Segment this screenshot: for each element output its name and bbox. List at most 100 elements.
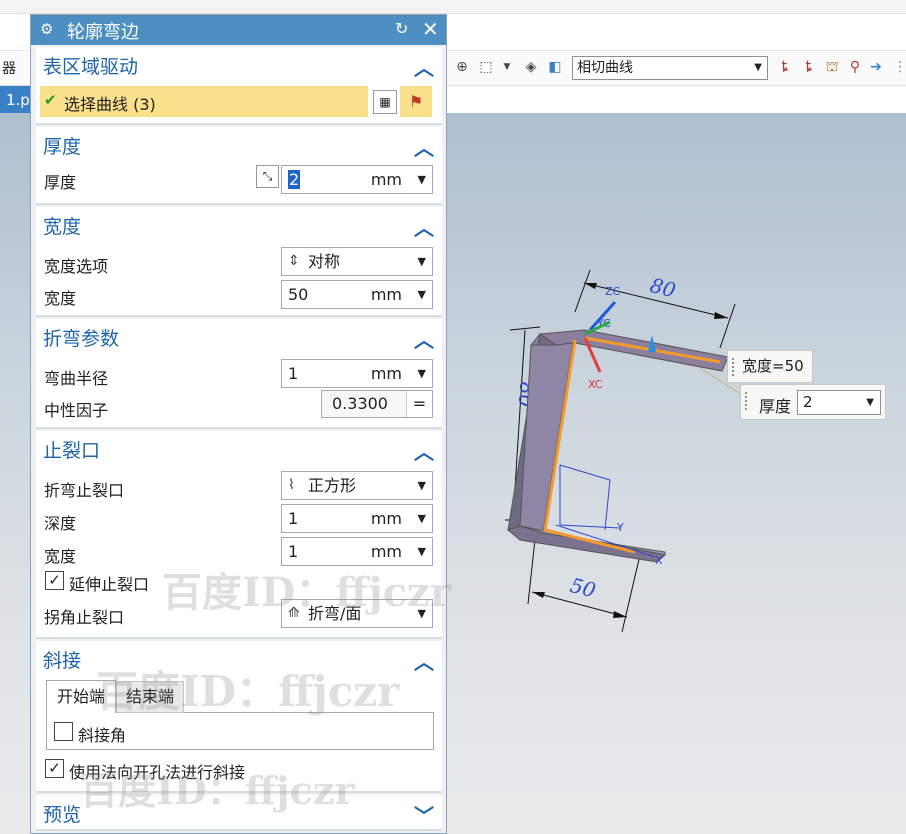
stop-at-intersection-icon[interactable]: ȶ <box>775 57 795 77</box>
k-factor-label: 中性因子 <box>44 401 109 420</box>
section-surface-drive: 表区域驱动 ︿ ✔ 选择曲线 (3) ▦ ⚑ <box>36 47 442 125</box>
select-dropdown-arrow-icon[interactable]: ▼ <box>497 57 517 77</box>
width-option-label: 宽度选项 <box>44 257 109 276</box>
close-icon[interactable]: ✕ <box>422 17 439 41</box>
curve-rule-button[interactable]: ▦ <box>373 90 397 114</box>
follow-fillet-icon[interactable]: ȶ <box>799 57 819 77</box>
section-title: 表区域驱动 <box>43 56 139 78</box>
thickness-label: 厚度 <box>44 173 77 192</box>
top-ribbon-strip <box>0 0 906 14</box>
chevron-up-icon[interactable]: ︿ <box>414 212 434 241</box>
gear-icon[interactable]: ⚙ <box>40 20 53 38</box>
width-option-value: 对称 <box>308 252 341 271</box>
square-relief-icon: ⌇ <box>288 477 295 493</box>
drag-grip-icon[interactable] <box>744 391 749 411</box>
chevron-up-icon[interactable]: ︿ <box>414 324 434 353</box>
svg-text:XC: XC <box>588 378 603 391</box>
extend-relief-checkbox[interactable]: ✓ <box>45 571 64 590</box>
path-finder-icon[interactable]: ⚲ <box>845 57 865 77</box>
chevron-down-icon[interactable]: ▼ <box>418 505 426 532</box>
curve-rule-select[interactable]: 相切曲线 ▼ <box>572 56 768 80</box>
section-title: 斜接 <box>43 650 82 672</box>
dialog-title-bar[interactable]: ⚙ 轮廓弯边 ↻ ✕ <box>31 15 446 45</box>
thickness-callout-input[interactable]: 2 ▼ <box>797 390 881 415</box>
bend-relief-select[interactable]: ⌇ 正方形 ▼ <box>281 471 433 500</box>
svg-text:ZC: ZC <box>605 285 621 298</box>
dim-bottom-width: 50 <box>568 573 599 603</box>
select-curve-label: 选择曲线 (3) <box>64 95 156 114</box>
width-value: 50 <box>288 285 309 304</box>
check-icon: ✔ <box>44 91 57 109</box>
formula-button[interactable]: = <box>406 391 432 417</box>
watermark: 百度ID：ffjczr <box>162 569 451 616</box>
section-title: 预览 <box>43 804 82 826</box>
width-callout-text: 宽度=50 <box>742 357 804 375</box>
reset-icon[interactable]: ↻ <box>395 19 408 38</box>
section-title: 止裂口 <box>43 440 101 462</box>
section-header[interactable]: 表区域驱动 ︿ <box>36 47 442 81</box>
flip-arrows-icon: ⤡ <box>262 169 273 183</box>
bend-radius-input[interactable]: 1 mm ▼ <box>281 359 433 388</box>
chevron-up-icon[interactable]: ︿ <box>414 646 434 675</box>
bend-radius-unit: mm <box>370 364 402 383</box>
snap-point-icon[interactable]: ⊕ <box>452 57 472 77</box>
dialog-title: 轮廓弯边 <box>67 22 139 43</box>
corner-relief-label: 拐角止裂口 <box>44 608 125 627</box>
normal-hole-checkbox[interactable]: ✓ <box>45 759 64 778</box>
relief-depth-label: 深度 <box>44 514 77 533</box>
chevron-down-icon[interactable]: ▼ <box>418 281 426 308</box>
extend-relief-label: 延伸止裂口 <box>69 575 150 594</box>
miter-angle-checkbox[interactable] <box>54 722 73 741</box>
section-header[interactable]: 宽度 ︿ <box>36 207 442 241</box>
watermark: 百度ID：ffjczr <box>96 667 400 716</box>
chevron-down-icon[interactable]: ﹀ <box>414 800 434 829</box>
thickness-callout-value: 2 <box>803 393 813 411</box>
bend-relief-value: 正方形 <box>308 476 357 495</box>
thickness-input[interactable]: 2 mm ▼ <box>281 165 433 194</box>
thickness-callout[interactable]: 厚度 2 ▼ <box>740 384 886 420</box>
miter-angle-label: 斜接角 <box>78 726 127 745</box>
relief-depth-input[interactable]: 1 mm ▼ <box>281 504 433 533</box>
section-bend-parameters: 折弯参数 ︿ 弯曲半径 1 mm ▼ 中性因子 0.3300 = <box>36 319 442 429</box>
width-callout[interactable]: 宽度=50 <box>727 350 813 383</box>
svg-text:Y: Y <box>616 521 624 534</box>
grid-icon: ▦ <box>379 95 391 109</box>
view-cube-icon[interactable]: ◧ <box>545 57 565 77</box>
next-arrow-icon[interactable]: ➔ <box>866 57 886 77</box>
width-option-select[interactable]: ⇕ 对称 ▼ <box>281 247 433 276</box>
chevron-up-icon[interactable]: ︿ <box>414 436 434 465</box>
relief-depth-unit: mm <box>370 509 402 528</box>
relief-depth-value: 1 <box>288 509 299 528</box>
sketch-icon: ⚑ <box>408 92 424 111</box>
view-shaded-icon[interactable]: ◈ <box>521 57 541 77</box>
select-curve-row[interactable]: ✔ 选择曲线 (3) <box>40 86 368 117</box>
chevron-down-icon[interactable]: ▼ <box>418 360 426 387</box>
section-title: 厚度 <box>43 136 82 158</box>
k-factor-input[interactable]: 0.3300 = <box>321 390 433 418</box>
chevron-up-icon[interactable]: ︿ <box>414 52 434 81</box>
width-unit: mm <box>370 285 402 304</box>
width-input[interactable]: 50 mm ▼ <box>281 280 433 309</box>
dim-top-width: 80 <box>648 273 679 303</box>
relief-width-value: 1 <box>288 542 299 561</box>
more-options-icon[interactable]: ⋮ <box>890 57 906 77</box>
chevron-down-icon[interactable]: ▼ <box>418 166 426 193</box>
sketch-section-button[interactable]: ⚑ <box>400 86 432 117</box>
width-label: 宽度 <box>44 289 77 308</box>
thickness-unit: mm <box>370 170 402 189</box>
section-title: 折弯参数 <box>43 328 120 350</box>
section-header[interactable]: 厚度 ︿ <box>36 127 442 161</box>
check-icon: ✓ <box>48 759 61 777</box>
rectangle-select-icon[interactable]: ⬚ <box>476 57 496 77</box>
section-header[interactable]: 止裂口 ︿ <box>36 431 442 465</box>
chevron-up-icon[interactable]: ︿ <box>414 132 434 161</box>
section-header[interactable]: 折弯参数 ︿ <box>36 319 442 353</box>
k-factor-value: 0.3300 <box>332 394 388 413</box>
bend-relief-label: 折弯止裂口 <box>44 481 125 500</box>
drag-grip-icon[interactable] <box>731 357 736 377</box>
chevron-down-icon: ▼ <box>417 255 426 268</box>
reverse-direction-button[interactable]: ⤡ <box>256 165 279 188</box>
chevron-down-icon: ▼ <box>866 397 874 408</box>
check-icon: ✓ <box>48 571 61 589</box>
feature-curves-icon[interactable]: ⛫ <box>822 57 842 77</box>
